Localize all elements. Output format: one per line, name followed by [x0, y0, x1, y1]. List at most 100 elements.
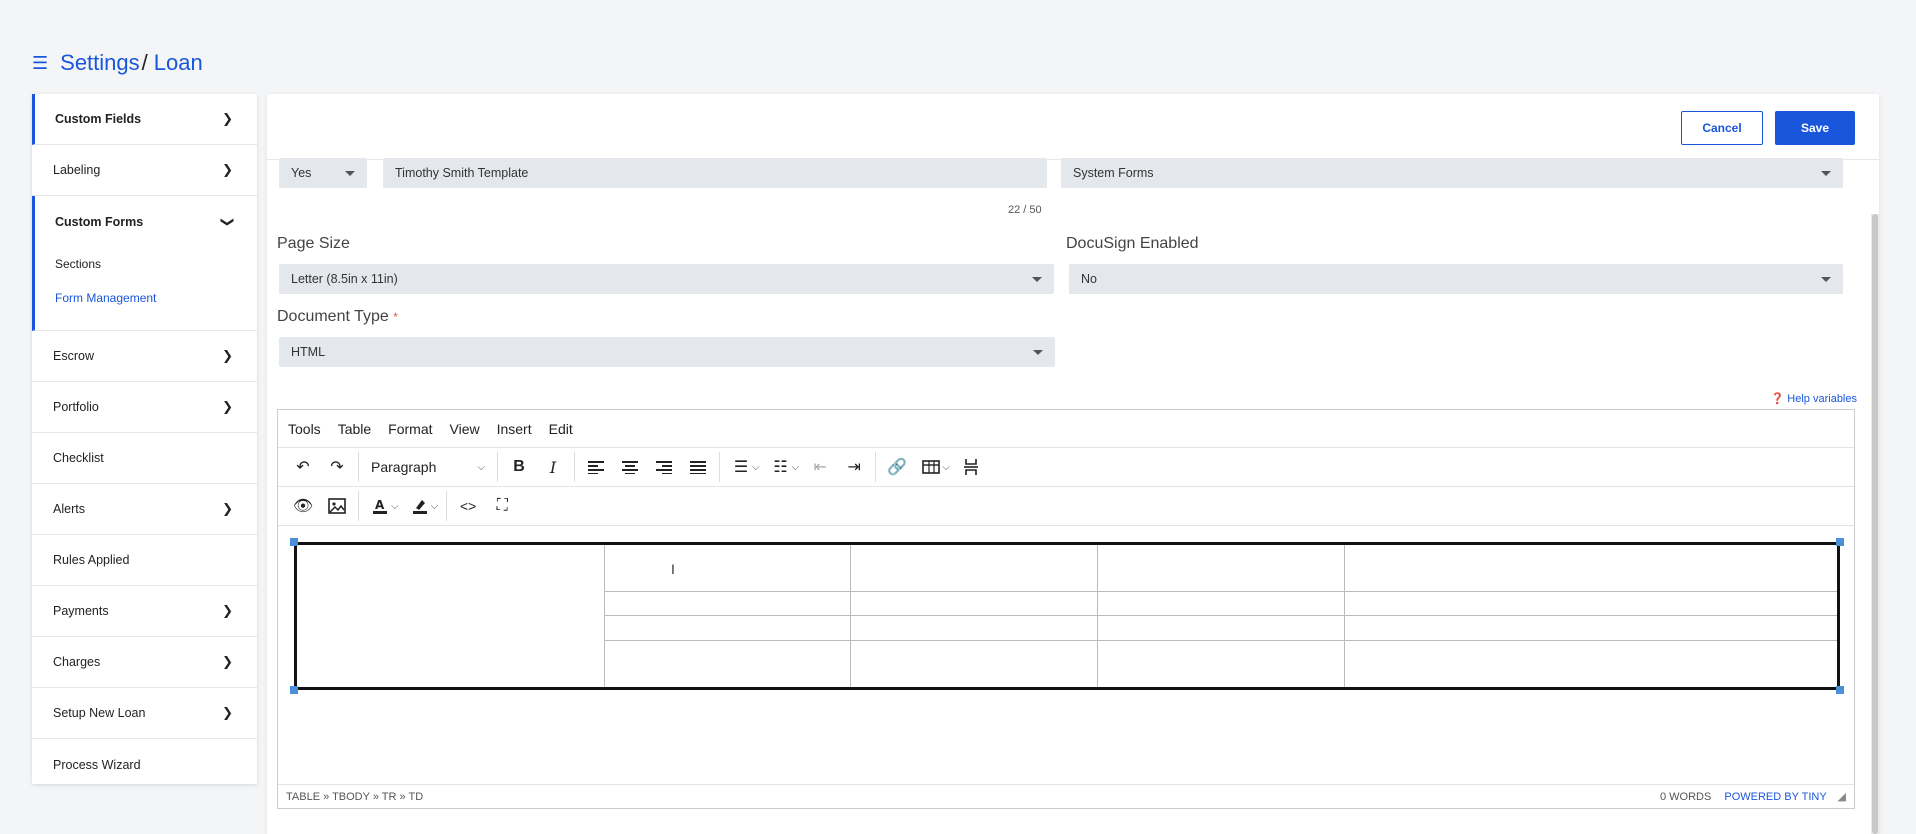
menu-format[interactable]: Format [388, 421, 432, 437]
resize-handle[interactable] [1836, 686, 1844, 694]
sidebar-item-label: Alerts [53, 502, 85, 516]
table-cell[interactable] [1097, 542, 1346, 593]
chevron-right-icon: ❯ [222, 111, 233, 126]
indent-icon[interactable]: ⇥ [837, 452, 871, 482]
toolbar-divider [358, 452, 359, 482]
table-cell[interactable] [850, 639, 1099, 690]
menu-tools[interactable]: Tools [288, 421, 321, 437]
sidebar-subitem-form-management[interactable]: Form Management [35, 281, 257, 315]
editor-content-area[interactable]: I [278, 527, 1854, 784]
document-type-select[interactable]: HTML [279, 337, 1055, 367]
sidebar-item-labeling[interactable]: Labeling ❯ [32, 145, 257, 196]
hamburger-icon[interactable]: ☰ [32, 53, 48, 74]
resize-grip-icon[interactable]: ◢ [1838, 791, 1846, 803]
block-format-select[interactable]: Paragraph ⌵ [363, 452, 493, 482]
sidebar-item-rules-applied[interactable]: Rules Applied [32, 535, 257, 586]
table-cell[interactable] [850, 615, 1099, 641]
docusign-select[interactable]: No [1069, 264, 1843, 294]
sidebar-item-label: Charges [53, 655, 101, 669]
table-cell[interactable] [1097, 591, 1346, 617]
sidebar-subitem-sections[interactable]: Sections [35, 247, 257, 281]
resize-handle[interactable] [290, 686, 298, 694]
table-cell[interactable] [1097, 615, 1346, 641]
source-code-icon[interactable]: <> [451, 491, 485, 521]
chevron-down-icon[interactable]: ⌵ [431, 501, 439, 512]
insert-image-icon[interactable] [320, 491, 354, 521]
panel-scrollbar[interactable] [1871, 214, 1879, 834]
breadcrumb-settings[interactable]: Settings [60, 50, 140, 76]
preview-eye-icon[interactable]: 👁 [286, 491, 320, 521]
undo-icon[interactable]: ↶ [286, 452, 320, 482]
menu-insert[interactable]: Insert [497, 421, 532, 437]
table-row [295, 542, 1839, 689]
italic-icon[interactable]: I [536, 452, 570, 482]
link-icon[interactable]: 🔗 [880, 452, 914, 482]
chevron-down-icon[interactable]: ⌵ [752, 462, 760, 473]
question-circle-icon: ❓ [1770, 393, 1785, 405]
toolbar-divider [497, 452, 498, 482]
bold-icon[interactable]: B [502, 452, 536, 482]
table-cell[interactable] [603, 639, 852, 690]
sidebar-item-portfolio[interactable]: Portfolio ❯ [32, 382, 257, 433]
form-group-value: System Forms [1073, 166, 1154, 180]
form-group-select[interactable]: System Forms [1061, 158, 1843, 188]
help-variables-link[interactable]: ❓ Help variables [1771, 392, 1857, 405]
chevron-down-icon[interactable]: ⌵ [792, 462, 800, 473]
table-cell[interactable] [850, 542, 1099, 593]
menu-table[interactable]: Table [338, 421, 371, 437]
word-count[interactable]: 0 WORDS [1660, 791, 1711, 803]
align-justify-icon[interactable] [681, 452, 715, 482]
table-cell[interactable] [1097, 639, 1346, 690]
table-cell[interactable] [295, 543, 605, 689]
active-select[interactable]: Yes [279, 158, 367, 188]
align-right-icon[interactable] [647, 452, 681, 482]
menu-edit[interactable]: Edit [549, 421, 573, 437]
cancel-button[interactable]: Cancel [1681, 111, 1763, 145]
sidebar-item-charges[interactable]: Charges ❯ [32, 637, 257, 688]
align-left-icon[interactable] [579, 452, 613, 482]
template-name-input[interactable]: Timothy Smith Template [383, 158, 1047, 188]
table-cell[interactable] [1344, 615, 1839, 641]
table-cell[interactable] [850, 591, 1099, 617]
rich-text-editor: Tools Table Format View Insert Edit ↶ ↷ … [277, 409, 1855, 809]
toolbar-divider [358, 491, 359, 521]
page-break-icon[interactable] [954, 452, 988, 482]
sidebar-item-checklist[interactable]: Checklist [32, 433, 257, 484]
resize-handle[interactable] [1836, 538, 1844, 546]
docusign-label: DocuSign Enabled [1066, 235, 1199, 252]
table-cell[interactable] [1344, 542, 1839, 593]
page-size-select[interactable]: Letter (8.5in x 11in) [279, 264, 1054, 294]
powered-by-link[interactable]: POWERED BY TINY [1724, 791, 1826, 803]
toolbar-divider [446, 491, 448, 521]
sidebar-item-label: Rules Applied [53, 553, 130, 567]
table-cell[interactable] [1344, 639, 1839, 690]
table-cell[interactable] [1344, 591, 1839, 617]
table-cell[interactable] [603, 542, 852, 593]
menu-view[interactable]: View [450, 421, 480, 437]
outdent-icon[interactable]: ⇤ [803, 452, 837, 482]
table-cell[interactable] [603, 591, 852, 617]
resize-handle[interactable] [290, 538, 298, 546]
content-table[interactable] [294, 542, 1840, 690]
scrollbar-thumb[interactable] [1872, 214, 1878, 834]
sidebar-item-payments[interactable]: Payments ❯ [32, 586, 257, 637]
save-button[interactable]: Save [1775, 111, 1855, 145]
sidebar-item-setup-new-loan[interactable]: Setup New Loan ❯ [32, 688, 257, 739]
help-variables-text: Help variables [1787, 393, 1857, 405]
chevron-down-icon[interactable]: ⌵ [942, 462, 950, 473]
chevron-right-icon: ❯ [222, 654, 233, 669]
redo-icon[interactable]: ↷ [320, 452, 354, 482]
sidebar-item-escrow[interactable]: Escrow ❯ [32, 331, 257, 382]
align-center-icon[interactable] [613, 452, 647, 482]
sidebar-item-custom-fields[interactable]: Custom Fields ❯ [32, 94, 257, 145]
fullscreen-icon[interactable]: ⛶ [485, 491, 519, 521]
table-cell[interactable] [603, 615, 852, 641]
sidebar-item-alerts[interactable]: Alerts ❯ [32, 484, 257, 535]
sidebar-item-label: Escrow [53, 349, 94, 363]
sidebar-item-custom-forms[interactable]: Custom Forms ❯ [35, 196, 257, 247]
sidebar-item-process-wizard[interactable]: Process Wizard [32, 739, 257, 790]
caret-down-icon [1033, 349, 1043, 355]
chevron-down-icon[interactable]: ⌵ [391, 501, 399, 512]
breadcrumb-separator: / [141, 50, 148, 75]
element-path[interactable]: TABLE » TBODY » TR » TD [286, 791, 423, 803]
